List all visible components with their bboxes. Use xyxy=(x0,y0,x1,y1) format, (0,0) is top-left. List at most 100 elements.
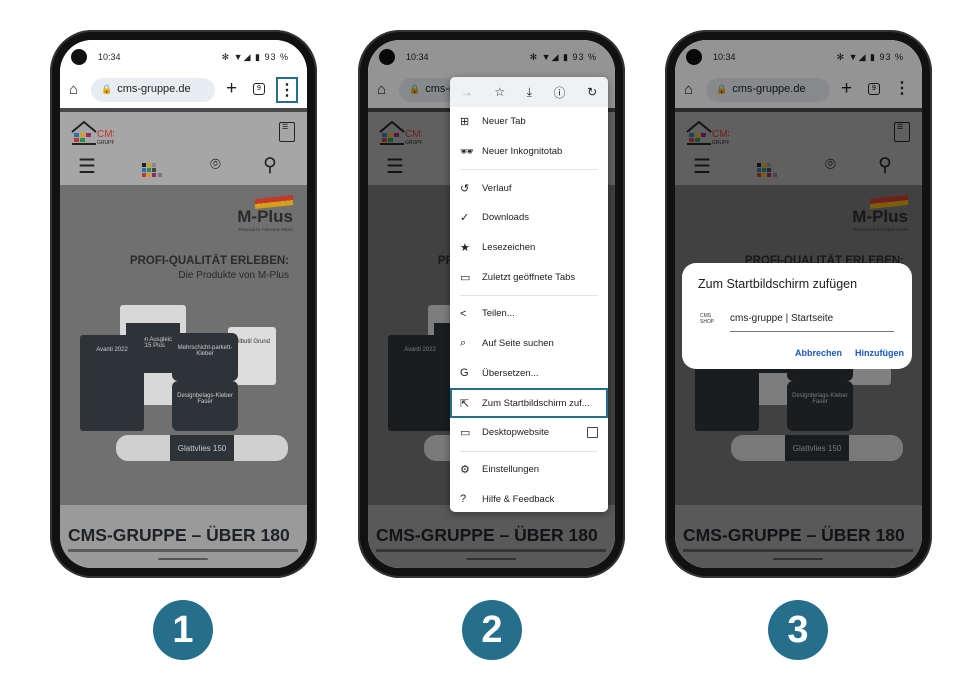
url-text: cms-gruppe.de xyxy=(117,83,191,95)
menu-item-icon: ★ xyxy=(460,242,470,255)
mplus-logo: M-PlusPRODUKTE FÜR DEN PROFI xyxy=(237,195,293,232)
tab-switcher-button[interactable]: 9 xyxy=(253,83,265,95)
menu-item-label: Übersetzen... xyxy=(482,367,539,379)
menu-item-icon: ⌕ xyxy=(460,337,467,350)
menu-item-label: Verlauf xyxy=(482,182,512,194)
menu-item-label: Neuer Inkognitotab xyxy=(482,146,563,158)
product-roll: Glattvlies 150 xyxy=(116,435,288,461)
menu-item-icon: ? xyxy=(460,493,467,506)
menu-item-icon: < xyxy=(460,307,467,320)
product-bucket: Mehrschicht-parkett-Kleber xyxy=(172,333,238,381)
site-header: CMSGRUPPE ☰ ☰ ⌾ ⚲ xyxy=(60,112,307,185)
phone-screen: 10:34 ✻ ▼◢ ▮ 93 % ⌂ 🔒cms-gruppe.de + 9 ⋮… xyxy=(675,40,922,568)
menu-top-0[interactable]: → xyxy=(461,85,473,99)
menu-button[interactable]: ⋮ xyxy=(276,77,298,103)
menu-item-icon: ▭ xyxy=(460,427,471,440)
menu-top-4[interactable]: ↻ xyxy=(587,85,597,99)
browser-toolbar: ⌂ 🔒 cms-gruppe.de + 9 ⋮ xyxy=(60,72,307,108)
status-bar: 10:34 ✻ ▼◢ ▮ 93 % xyxy=(60,40,307,72)
menu-item-icon: 🕶 xyxy=(460,146,474,159)
hero-banner[interactable]: M-PlusPRODUKTE FÜR DEN PROFI PROFI-QUALI… xyxy=(60,185,307,505)
location-pin-icon[interactable]: ⌾ xyxy=(210,154,221,175)
menu-item-icon: ⊞ xyxy=(460,116,470,129)
menu-top-3[interactable]: ⓘ xyxy=(554,84,566,101)
menu-item-icon: ⚙ xyxy=(460,463,470,476)
color-pixels-icon[interactable] xyxy=(142,160,164,183)
menu-item-label: Downloads xyxy=(482,212,529,224)
phone-screen: 10:34 ✻ ▼◢ ▮ 93 % ⌂ 🔒 cms-gruppe.de + 9 ⋮… xyxy=(60,40,307,568)
menu-item-label: Zum Startbildschirm zuf... xyxy=(482,397,590,409)
phone-step-1: 10:34 ✻ ▼◢ ▮ 93 % ⌂ 🔒 cms-gruppe.de + 9 ⋮… xyxy=(50,30,317,578)
menu-item-label: Teilen... xyxy=(482,308,515,320)
phone-step-2: 10:34 ✻ ▼◢ ▮ 93 % ⌂ 🔒cms-gruppe.de + 9 ⋮… xyxy=(358,30,625,578)
home-indicator[interactable] xyxy=(158,558,208,560)
section-heading: CMS-GRUPPE – ÜBER 180 xyxy=(68,525,290,545)
product-catalog: Avanti 2022 xyxy=(80,335,144,431)
menu-item-icon: G xyxy=(460,367,469,380)
add-button[interactable]: Hinzufügen xyxy=(855,348,904,358)
svg-text:CMS: CMS xyxy=(97,129,114,140)
browser-menu: → ☆ ⤓ ⓘ ↻ ⊞ Neuer Tab 🕶 Neuer Inkognitotab ↺ Verla… xyxy=(450,77,608,512)
menu-divider xyxy=(460,450,598,452)
menu-item-label: Zuletzt geöffnete Tabs xyxy=(482,271,576,283)
signal-icons: ✻ ▼◢ ▮ xyxy=(221,52,261,62)
menu-item-label: Lesezeichen xyxy=(482,242,536,254)
hero-subheadline: Die Produkte von M-Plus xyxy=(178,270,289,281)
hamburger-menu-icon[interactable]: ☰ xyxy=(78,154,96,179)
site-nav: ☰ ⌾ ⚲ xyxy=(60,152,307,182)
battery-level: 93 % xyxy=(264,52,289,62)
menu-divider xyxy=(460,295,598,297)
menu-item[interactable]: ▭ Desktopwebsite xyxy=(450,418,608,448)
svg-text:GRUPPE: GRUPPE xyxy=(97,140,114,146)
menu-item[interactable]: < Teilen... xyxy=(450,299,608,329)
menu-item-label: Desktopwebsite xyxy=(482,427,550,439)
menu-item-icon: ⇱ xyxy=(460,397,470,410)
phone-step-3: 10:34 ✻ ▼◢ ▮ 93 % ⌂ 🔒 cms-gruppe.de + 9 ⋮… xyxy=(665,30,932,578)
home-icon[interactable]: ⌂ xyxy=(69,81,78,98)
menu-item[interactable]: 🕶 Neuer Inkognitotab xyxy=(450,137,608,167)
status-icons: ✻ ▼◢ ▮ 93 % xyxy=(222,52,289,63)
desktop-site-checkbox[interactable] xyxy=(587,427,598,439)
hero-headline: PROFI-QUALITÄT ERLEBEN: xyxy=(129,255,289,267)
menu-action-row: → ☆ ⤓ ⓘ ↻ xyxy=(450,77,608,107)
menu-item-icon: ▭ xyxy=(460,271,471,284)
search-icon[interactable]: ⚲ xyxy=(263,154,277,177)
menu-divider xyxy=(460,169,598,171)
menu-item-label: Neuer Tab xyxy=(482,116,526,128)
menu-item-label: Einstellungen xyxy=(482,463,540,475)
menu-item[interactable]: ⌕ Auf Seite suchen xyxy=(450,329,608,359)
menu-item[interactable]: ▭ Zuletzt geöffnete Tabs xyxy=(450,262,608,292)
phone-screen: 10:34 ✻ ▼◢ ▮ 93 % ⌂ 🔒cms-gruppe.de + 9 ⋮… xyxy=(368,40,615,568)
menu-item[interactable]: ⇱ Zum Startbildschirm zuf... xyxy=(450,388,608,418)
menu-item[interactable]: ⊞ Neuer Tab xyxy=(450,107,608,137)
status-time: 10:34 xyxy=(98,52,121,62)
menu-item[interactable]: ↺ Verlauf xyxy=(450,173,608,203)
product-bucket: Designbelags-Kleber Faser xyxy=(172,381,238,431)
menu-item-icon: ✓ xyxy=(460,212,470,225)
step-number-badge: 2 xyxy=(462,600,522,660)
step-number-badge: 1 xyxy=(153,600,213,660)
menu-item-label: Hilfe & Feedback xyxy=(482,493,555,505)
new-tab-icon[interactable]: + xyxy=(226,78,237,100)
menu-item[interactable]: ? Hilfe & Feedback xyxy=(450,484,608,512)
lock-icon: 🔒 xyxy=(101,84,113,94)
cms-logo[interactable]: CMSGRUPPE xyxy=(70,120,120,146)
step-number-badge: 3 xyxy=(768,600,828,660)
site-icon: CMS SHOP xyxy=(700,313,715,325)
menu-top-1[interactable]: ☆ xyxy=(494,85,505,99)
cancel-button[interactable]: Abbrechen xyxy=(795,348,842,358)
menu-item[interactable]: ✓ Downloads xyxy=(450,203,608,233)
add-to-home-dialog: Zum Startbildschirm zufügen CMS SHOP cms… xyxy=(682,263,912,369)
address-bar[interactable]: 🔒 cms-gruppe.de xyxy=(91,78,215,102)
cut-off-text xyxy=(68,549,298,552)
menu-item[interactable]: ⚙ Einstellungen xyxy=(450,455,608,485)
shortcut-name-input[interactable]: cms-gruppe | Startseite xyxy=(730,313,894,332)
menu-item-label: Auf Seite suchen xyxy=(482,338,554,350)
menu-item-icon: ↺ xyxy=(460,182,470,195)
menu-item[interactable]: ★ Lesezeichen xyxy=(450,233,608,263)
dialog-title: Zum Startbildschirm zufügen xyxy=(698,277,858,291)
checklist-icon[interactable]: ☰ xyxy=(279,122,295,142)
menu-top-2[interactable]: ⤓ xyxy=(527,85,532,100)
camera-icon xyxy=(71,49,87,65)
menu-item[interactable]: G Übersetzen... xyxy=(450,359,608,389)
